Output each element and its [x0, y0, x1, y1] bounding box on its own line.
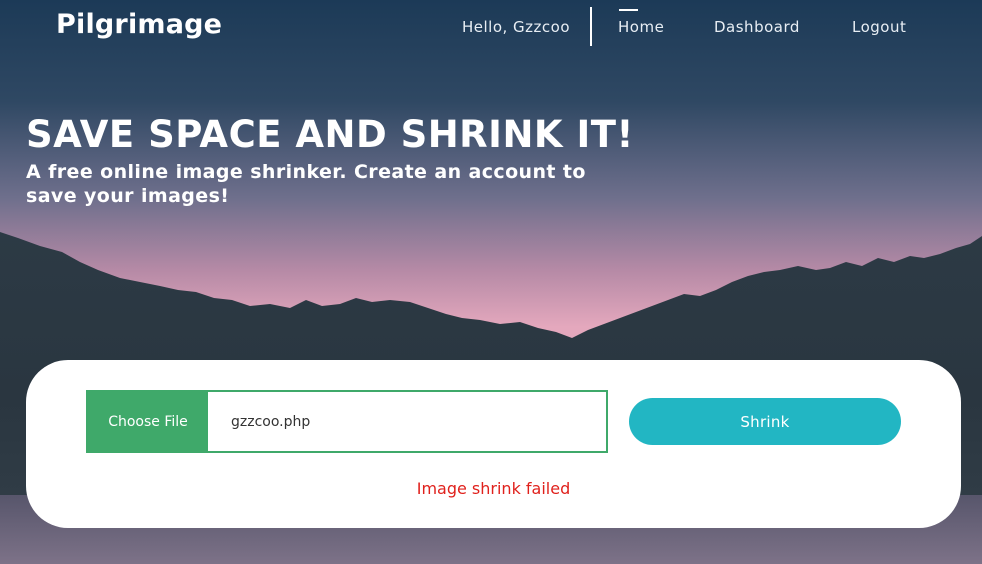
upload-card: Choose File gzzcoo.php Shrink Image shri…	[26, 360, 961, 528]
selected-file-name: gzzcoo.php	[231, 413, 311, 430]
file-input[interactable]: Choose File gzzcoo.php	[86, 390, 608, 453]
hero-title: SAVE SPACE AND SHRINK IT!	[26, 113, 634, 156]
nav-link-dashboard[interactable]: Dashboard	[714, 18, 800, 36]
choose-file-button[interactable]: Choose File	[88, 392, 208, 451]
active-indicator	[619, 9, 638, 11]
hero-subtitle: A free online image shrinker. Create an …	[26, 161, 586, 207]
user-greeting: Hello, Gzzcoo	[462, 18, 571, 36]
shrink-button[interactable]: Shrink	[629, 398, 901, 445]
nav-divider	[590, 7, 592, 46]
nav-link-home[interactable]: Home	[618, 18, 664, 36]
top-navigation: Hello, Gzzcoo Home Dashboard Logout	[0, 0, 982, 56]
nav-link-logout[interactable]: Logout	[852, 18, 906, 36]
error-message: Image shrink failed	[416, 479, 571, 498]
